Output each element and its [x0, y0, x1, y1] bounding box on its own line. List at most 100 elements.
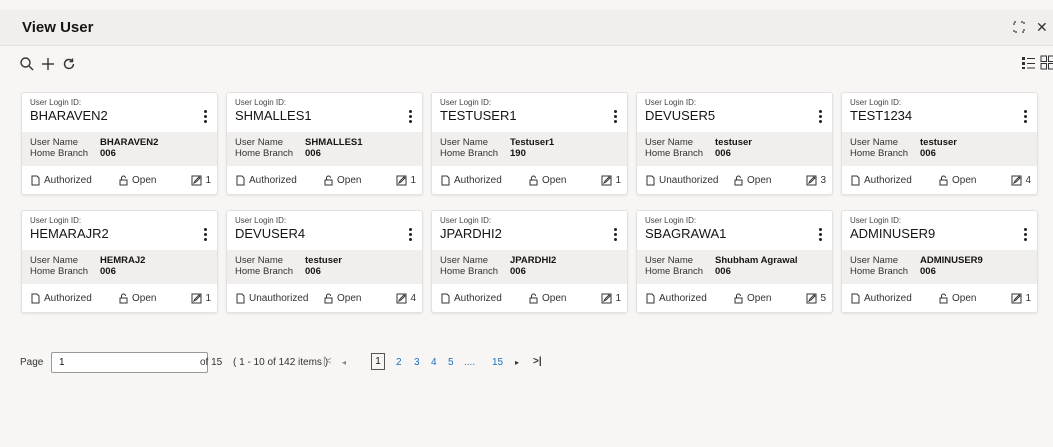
list-view-icon[interactable] [1021, 55, 1037, 71]
home-branch-label: Home Branch [645, 148, 704, 159]
user-name-label: User Name [440, 137, 489, 148]
version-text: 1 [1025, 293, 1031, 304]
previous-page-icon[interactable]: ◂ [342, 358, 346, 367]
lock-status-text: Open [337, 175, 362, 186]
user-card[interactable]: User Login ID: DEVUSER4 User Name testus… [226, 210, 423, 313]
page-link[interactable]: 4 [431, 357, 437, 368]
user-card[interactable]: User Login ID: HEMARAJR2 User Name HEMRA… [21, 210, 218, 313]
more-options-icon[interactable] [814, 227, 826, 241]
last-page-icon[interactable]: >| [533, 356, 542, 367]
version-count: 5 [806, 293, 826, 304]
home-branch-value: 006 [100, 266, 116, 277]
edit-icon [396, 175, 407, 186]
page-link[interactable]: 5 [448, 357, 454, 368]
version-text: 1 [205, 293, 211, 304]
more-options-icon[interactable] [404, 227, 416, 241]
auth-status-text: Authorized [44, 175, 92, 186]
user-name-label: User Name [30, 137, 79, 148]
lock-status: Open [528, 293, 566, 304]
home-branch-value: 006 [305, 148, 321, 159]
version-count: 1 [601, 293, 621, 304]
user-card[interactable]: User Login ID: SBAGRAWA1 User Name Shubh… [636, 210, 833, 313]
home-branch-label: Home Branch [30, 148, 89, 159]
page-input[interactable] [51, 352, 208, 373]
edit-icon [601, 175, 612, 186]
card-footer: Authorized Open 1 [432, 290, 627, 308]
more-options-icon[interactable] [404, 109, 416, 123]
card-footer: Unauthorized Open 4 [227, 290, 422, 308]
user-card[interactable]: User Login ID: SHMALLES1 User Name SHMAL… [226, 92, 423, 195]
search-icon[interactable] [19, 56, 35, 72]
auth-status-text: Unauthorized [249, 293, 309, 304]
home-branch-value: 006 [305, 266, 321, 277]
more-options-icon[interactable] [609, 109, 621, 123]
user-name-value: testuser [305, 255, 342, 266]
home-branch-value: 006 [715, 148, 731, 159]
user-card[interactable]: User Login ID: BHARAVEN2 User Name BHARA… [21, 92, 218, 195]
home-branch-label: Home Branch [440, 266, 499, 277]
version-count: 1 [191, 293, 211, 304]
user-card[interactable]: User Login ID: DEVUSER5 User Name testus… [636, 92, 833, 195]
first-page-icon[interactable]: |< [323, 356, 331, 367]
more-options-icon[interactable] [1019, 227, 1031, 241]
unlock-icon [528, 175, 539, 186]
unlock-icon [733, 175, 744, 186]
home-branch-label: Home Branch [850, 148, 909, 159]
user-name-label: User Name [850, 137, 899, 148]
home-branch-value: 006 [510, 266, 526, 277]
user-name-value: JPARDHI2 [510, 255, 557, 266]
auth-status-text: Authorized [864, 175, 912, 186]
page-link[interactable]: 15 [492, 357, 503, 368]
page-current[interactable]: 1 [371, 353, 385, 370]
more-options-icon[interactable] [1019, 109, 1031, 123]
next-page-icon[interactable]: ▸ [515, 358, 519, 367]
auth-status: Authorized [235, 175, 297, 186]
lock-status-text: Open [132, 293, 157, 304]
login-id-label: User Login ID: [235, 216, 287, 225]
page-link[interactable]: 2 [396, 357, 402, 368]
version-text: 1 [615, 293, 621, 304]
login-id-label: User Login ID: [850, 98, 902, 107]
user-name-label: User Name [850, 255, 899, 266]
home-branch-label: Home Branch [30, 266, 89, 277]
user-card[interactable]: User Login ID: TESTUSER1 User Name Testu… [431, 92, 628, 195]
more-options-icon[interactable] [814, 109, 826, 123]
unlock-icon [118, 293, 129, 304]
card-footer: Authorized Open 5 [637, 290, 832, 308]
card-footer: Authorized Open 1 [22, 172, 217, 190]
plus-icon[interactable] [40, 56, 56, 72]
user-card[interactable]: User Login ID: JPARDHI2 User Name JPARDH… [431, 210, 628, 313]
lock-status: Open [323, 293, 361, 304]
user-card[interactable]: User Login ID: ADMINUSER9 User Name ADMI… [841, 210, 1038, 313]
more-options-icon[interactable] [609, 227, 621, 241]
auth-status: Authorized [30, 175, 92, 186]
page-link[interactable]: 3 [414, 357, 420, 368]
login-id-label: User Login ID: [440, 98, 492, 107]
home-branch-value: 006 [715, 266, 731, 277]
card-footer: Authorized Open 1 [432, 172, 627, 190]
card-details: User Name Shubham Agrawal Home Branch 00… [637, 250, 832, 284]
card-details: User Name testuser Home Branch 006 [842, 132, 1037, 166]
refresh-icon[interactable] [61, 56, 77, 72]
version-text: 1 [410, 175, 416, 186]
more-options-icon[interactable] [199, 109, 211, 123]
close-icon[interactable]: ✕ [1036, 19, 1048, 36]
page-count: of 15 [200, 357, 223, 368]
lock-status-text: Open [542, 293, 567, 304]
login-id-value: DEVUSER4 [235, 226, 306, 241]
user-name-label: User Name [645, 255, 694, 266]
version-count: 3 [806, 175, 826, 186]
page-title: View User [22, 19, 94, 36]
document-icon [850, 175, 861, 186]
login-id-label: User Login ID: [645, 98, 697, 107]
user-name-label: User Name [235, 255, 284, 266]
auth-status-text: Authorized [249, 175, 297, 186]
more-options-icon[interactable] [199, 227, 211, 241]
edit-icon [601, 293, 612, 304]
user-card[interactable]: User Login ID: TEST1234 User Name testus… [841, 92, 1038, 195]
auth-status-text: Authorized [454, 293, 502, 304]
restore-icon[interactable] [1013, 21, 1025, 36]
version-text: 1 [205, 175, 211, 186]
grid-view-icon[interactable] [1040, 55, 1053, 71]
login-id-value: BHARAVEN2 [30, 108, 108, 123]
